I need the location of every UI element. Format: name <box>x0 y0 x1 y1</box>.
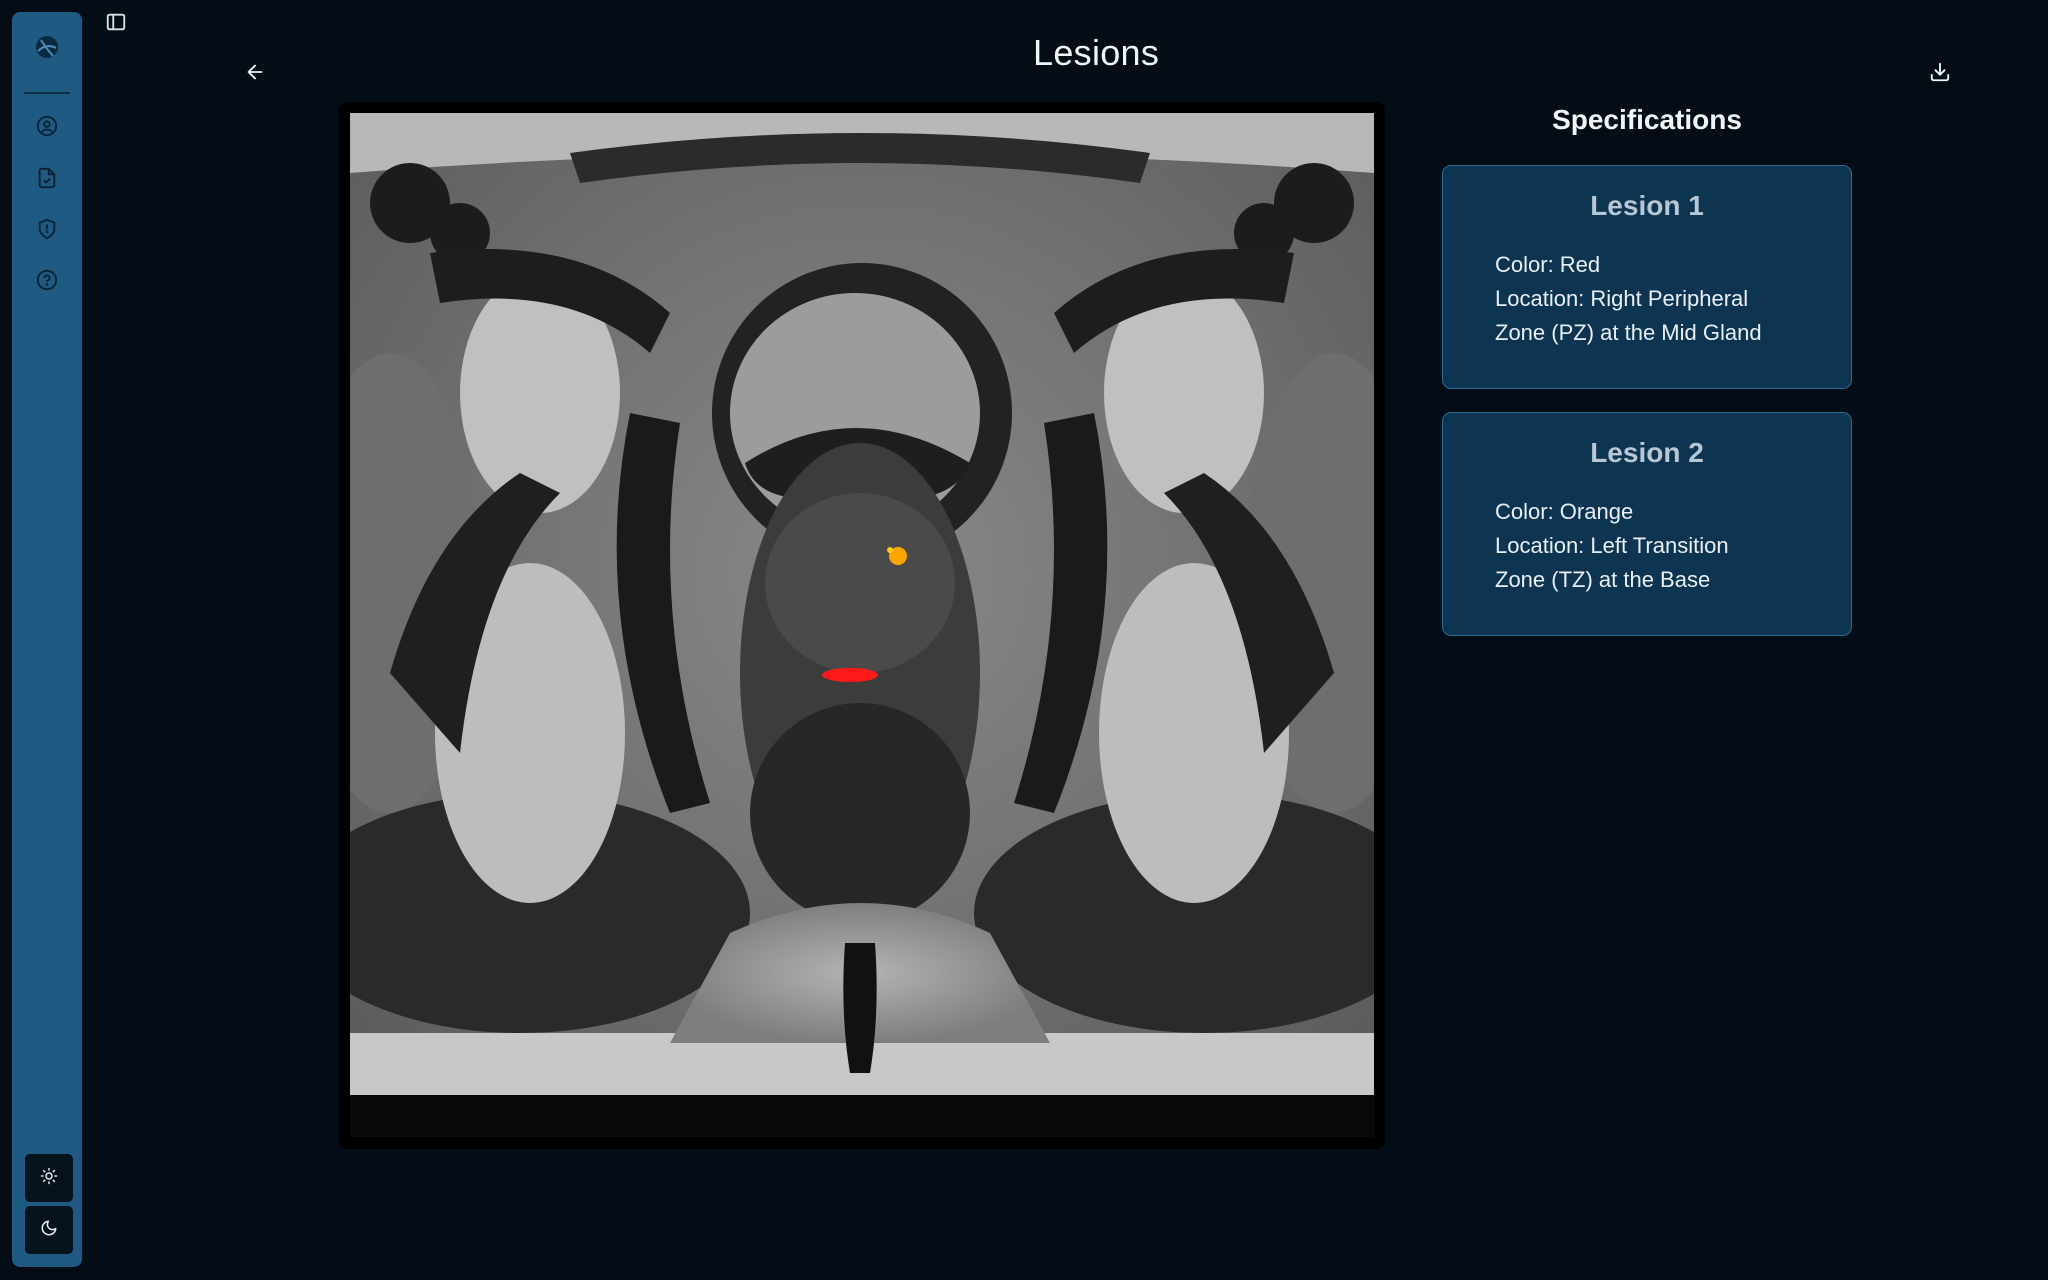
lesion-card: Lesion 1 Color: Red Location: Right Peri… <box>1442 165 1852 389</box>
shield-icon <box>36 218 58 245</box>
lesion-location-line2: Zone (TZ) at the Base <box>1495 567 1711 592</box>
light-theme-button[interactable] <box>25 1154 73 1202</box>
lesion-1-marker <box>822 668 878 682</box>
specifications-heading: Specifications <box>1552 104 1742 135</box>
dark-theme-button[interactable] <box>25 1206 73 1254</box>
download-button[interactable] <box>1928 62 1952 86</box>
app-logo-icon[interactable] <box>34 34 60 60</box>
lesion-location-line1: Location: Right Peripheral <box>1495 286 1749 311</box>
back-button[interactable] <box>244 62 266 86</box>
lesion-title: Lesion 2 <box>1590 437 1704 468</box>
sidebar-item-privacy[interactable] <box>32 216 62 246</box>
moon-icon <box>40 1219 58 1242</box>
help-circle-icon <box>36 269 58 296</box>
download-icon <box>1929 61 1951 88</box>
sidebar-divider <box>24 92 70 94</box>
lesion-color: Color: Orange <box>1495 499 1634 524</box>
mri-image-frame <box>339 102 1385 1149</box>
page-title: Lesions <box>1033 32 1160 73</box>
sidebar-item-help[interactable] <box>32 267 62 297</box>
arrow-left-icon <box>244 61 266 88</box>
lesion-location-line1: Location: Left Transition <box>1495 533 1729 558</box>
lesion-color: Color: Red <box>1495 252 1601 277</box>
user-circle-icon <box>36 115 58 142</box>
sidebar-item-profile[interactable] <box>32 113 62 143</box>
file-check-icon <box>36 167 58 194</box>
lesion-card: Lesion 2 Color: Orange Location: Left Tr… <box>1442 412 1852 636</box>
sidebar-panel-icon <box>105 11 127 38</box>
sun-icon <box>40 1167 58 1190</box>
toggle-sidebar-button[interactable] <box>104 12 128 36</box>
mri-scan-image <box>350 113 1374 1137</box>
sidebar-item-reports[interactable] <box>32 165 62 195</box>
lesion-location-line2: Zone (PZ) at the Mid Gland <box>1495 320 1762 345</box>
lesion-title: Lesion 1 <box>1590 190 1704 221</box>
sidebar-rail <box>12 12 82 1267</box>
